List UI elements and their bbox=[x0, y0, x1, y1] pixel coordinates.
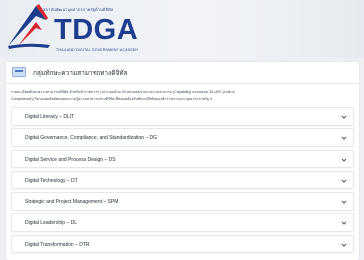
accordion-list: Digital Literacy – DLIT Digital Governan… bbox=[11, 107, 354, 256]
panel-description: รายละเอียดทักษะความสามารถดิจิทัล สำหรับข… bbox=[11, 89, 355, 103]
accordion-item-label: Digital Literacy – DLIT bbox=[25, 114, 75, 120]
competency-panel: กลุ่มทักษะความสามารถทางดิจิทัล รายละเอีย… bbox=[6, 62, 359, 260]
tdga-logo[interactable]: สถาบันพัฒนาบุคลากรภาครัฐด้านดิจิทัล TDGA… bbox=[6, 2, 156, 56]
accordion-item-dt[interactable]: Digital Technology – DT bbox=[11, 170, 354, 190]
chevron-down-icon bbox=[341, 222, 347, 226]
description-line: รายละเอียดทักษะความสามารถดิจิทัล สำหรับข… bbox=[11, 90, 235, 94]
logo-tagline: สถาบันพัฒนาบุคลากรภาครัฐด้านดิจิทัล bbox=[43, 7, 114, 12]
logo-subtitle: THAILAND DIGITAL GOVERNMENT ACADEMY bbox=[56, 48, 139, 52]
accordion-item-label: Digital Technology – DT bbox=[25, 177, 78, 184]
logo-wordmark: TDGA bbox=[54, 14, 139, 46]
chevron-down-icon bbox=[341, 136, 347, 141]
chevron-down-icon bbox=[341, 179, 347, 183]
accordion-item-spm[interactable]: Strategic and Project Management – SPM bbox=[11, 192, 354, 211]
accordion-item-label: Digital Service and Process Design – DS bbox=[25, 156, 116, 163]
accordion-item-ds[interactable]: Digital Service and Process Design – DS bbox=[11, 149, 354, 169]
accordion-item-dlit[interactable]: Digital Literacy – DLIT bbox=[11, 107, 354, 126]
site-header: สถาบันพัฒนาบุคลากรภาครัฐด้านดิจิทัล TDGA… bbox=[0, 0, 364, 58]
accordion-item-label: Digital Leadership – DL bbox=[25, 220, 77, 227]
certificate-icon bbox=[12, 67, 26, 77]
chevron-down-icon bbox=[341, 200, 347, 204]
panel-title: กลุ่มทักษะความสามารถทางดิจิทัล bbox=[33, 70, 128, 77]
panel-header: กลุ่มทักษะความสามารถทางดิจิทัล bbox=[6, 62, 359, 84]
chevron-down-icon bbox=[341, 115, 347, 119]
accordion-item-label: Digital Governance, Compliance, and Stan… bbox=[25, 135, 158, 142]
accordion-item-label: Strategic and Project Management – SPM bbox=[25, 199, 119, 206]
accordion-item-dg[interactable]: Digital Governance, Compliance, and Stan… bbox=[11, 128, 354, 147]
chevron-down-icon bbox=[341, 158, 347, 162]
accordion-item-dl[interactable]: Digital Leadership – DL bbox=[11, 213, 354, 232]
chevron-down-icon bbox=[341, 243, 347, 247]
accordion-item-label: Digital Transformation – DTR bbox=[25, 241, 90, 248]
description-line: Competence)) รับรองผลลัพธ์ทดสอบความรู้คว… bbox=[11, 97, 213, 101]
accordion-item-dtr[interactable]: Digital Transformation – DTR bbox=[11, 234, 354, 254]
